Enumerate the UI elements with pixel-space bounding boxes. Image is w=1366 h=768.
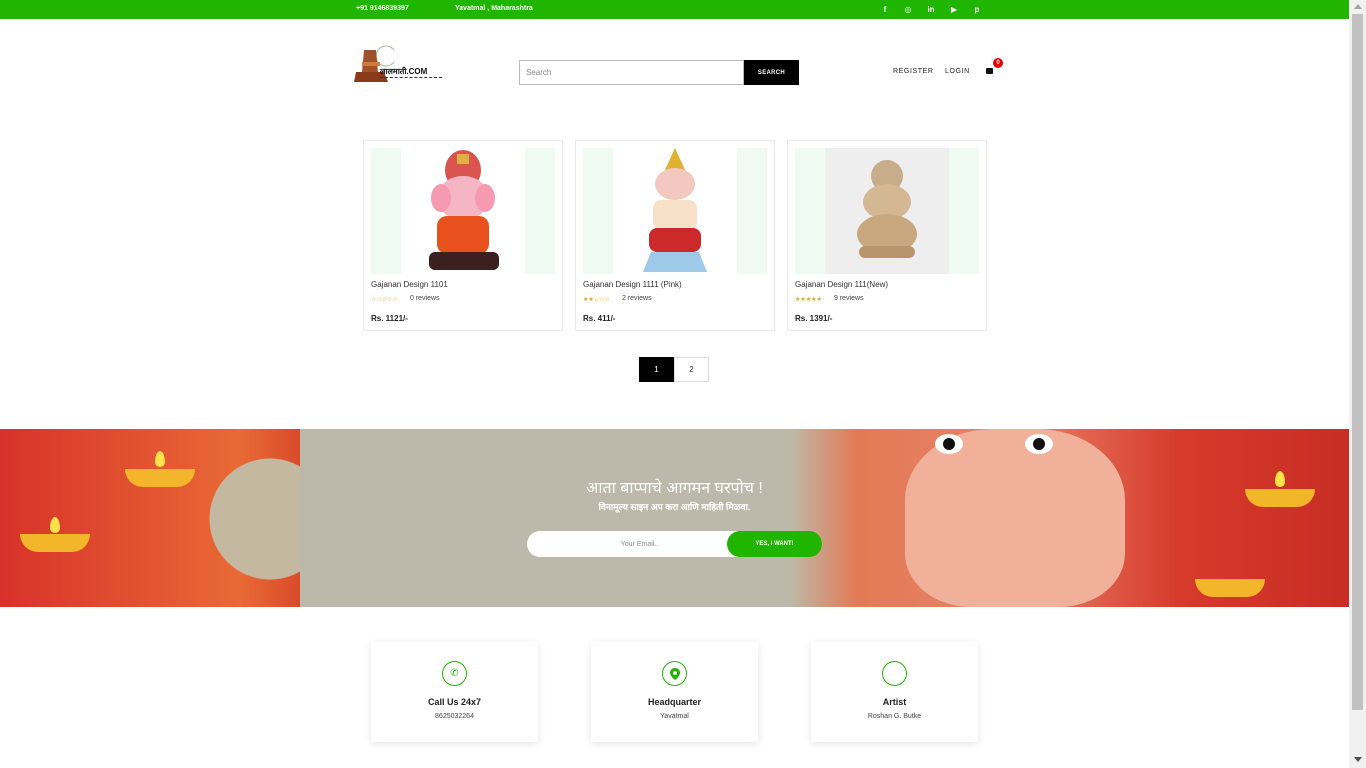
search-bar: Search SEARCH (519, 60, 799, 85)
site-logo[interactable]: लालमाती.COM (354, 42, 446, 88)
pinterest-icon[interactable]: p (970, 3, 984, 16)
cart-button[interactable]: 0 (986, 58, 1003, 75)
rating-stars: ★★☆☆☆ (583, 297, 610, 303)
product-card[interactable]: Gajanan Design 111(New) ★★★★★ 9 reviews … (787, 140, 987, 331)
eye-art (1025, 434, 1053, 454)
phone-number[interactable]: +91 9146839397 (356, 5, 409, 12)
logo-text: लालमाती.COM (380, 67, 428, 76)
social-links: f ◎ in ▶ p (878, 3, 984, 16)
page-button-2[interactable]: 2 (674, 357, 709, 382)
review-count: 0 reviews (410, 295, 440, 302)
scroll-down-arrow-icon[interactable] (1354, 757, 1362, 762)
flame-icon (155, 451, 165, 467)
contact-card-headquarter: Headquarter Yavatmal (591, 642, 758, 742)
scrollbar-thumb[interactable] (1352, 14, 1363, 710)
cart-count-badge: 0 (993, 58, 1003, 68)
login-link[interactable]: LOGIN (945, 68, 970, 75)
contact-title: Call Us 24x7 (427, 697, 482, 707)
ganesha-face-art (905, 429, 1125, 607)
product-price: Rs. 1391/- (795, 314, 833, 323)
banner-left-artwork (0, 429, 300, 607)
diya-lamp-icon (1195, 579, 1265, 597)
search-button[interactable]: SEARCH (744, 60, 799, 85)
contact-value: Yavatmal (660, 713, 689, 720)
product-name[interactable]: Gajanan Design 111(New) (795, 280, 888, 289)
page-button-1[interactable]: 1 (639, 357, 674, 382)
contact-value[interactable]: 8625032264 (371, 713, 538, 720)
rating-stars: ★★★★★ (795, 297, 822, 303)
facebook-icon[interactable]: f (878, 3, 892, 16)
ganesha-idol-image (643, 148, 707, 272)
vertical-scrollbar[interactable] (1349, 0, 1366, 768)
youtube-icon[interactable]: ▶ (947, 3, 961, 16)
search-input[interactable]: Search (519, 60, 744, 85)
newsletter-banner: आता बाप्पाचे आगमन घरपोच ! विनामूल्य साइन… (0, 429, 1349, 607)
subscribe-button[interactable]: YES, I WANT! (727, 531, 822, 557)
product-card[interactable]: Gajanan Design 1111 (Pink) ★★☆☆☆ 2 revie… (575, 140, 775, 331)
shopping-bag-icon (986, 68, 993, 74)
register-link[interactable]: REGISTER (893, 68, 934, 75)
contact-card-call: ✆ Call Us 24x7 8625032264 (371, 642, 538, 742)
pagination: 1 2 (639, 357, 709, 382)
product-price: Rs. 1121/- (371, 314, 408, 323)
banner-title: आता बाप्पाचे आगमन घरपोच ! (586, 480, 763, 497)
contact-title: Artist (882, 697, 907, 707)
ganesha-idol-image (429, 150, 499, 270)
instagram-icon[interactable]: ◎ (901, 3, 915, 16)
product-image[interactable] (583, 148, 767, 274)
contact-value: Roshan G. Butke (867, 713, 922, 720)
review-count: 9 reviews (834, 295, 864, 302)
pot-logo-icon (354, 45, 397, 82)
ganesha-idol-image (857, 160, 917, 258)
location-text: Yavatmal , Maharashtra (455, 5, 533, 12)
subscribe-form: Your Email.. YES, I WANT! (527, 531, 822, 557)
top-bar: +91 9146839397 Yavatmal , Maharashtra f … (0, 0, 1349, 19)
location-pin-icon (662, 661, 687, 686)
logo-underline (380, 77, 442, 78)
contact-card-artist: Artist Roshan G. Butke (811, 642, 978, 742)
product-name[interactable]: Gajanan Design 1111 (Pink) (583, 280, 682, 289)
rating-stars: ☆☆☆☆☆ (371, 297, 398, 303)
product-image[interactable] (795, 148, 979, 274)
diya-lamp-icon (20, 534, 90, 552)
phone-icon: ✆ (442, 661, 467, 686)
banner-subtitle: विनामूल्य साइन अप करा आणि माहिती मिळवा. (598, 502, 751, 512)
scroll-up-arrow-icon[interactable] (1354, 4, 1362, 9)
contact-title: Headquarter (647, 697, 701, 707)
email-input[interactable]: Your Email.. (527, 531, 752, 557)
page: +91 9146839397 Yavatmal , Maharashtra f … (0, 0, 1366, 768)
product-card[interactable]: Gajanan Design 1101 ☆☆☆☆☆ 0 reviews Rs. … (363, 140, 563, 331)
product-price: Rs. 411/- (583, 314, 616, 323)
artist-icon (882, 661, 907, 686)
linkedin-icon[interactable]: in (924, 3, 938, 16)
review-count: 2 reviews (622, 295, 652, 302)
flame-icon (50, 517, 60, 533)
product-image[interactable] (371, 148, 555, 274)
eye-art (935, 434, 963, 454)
product-name[interactable]: Gajanan Design 1101 (371, 280, 448, 289)
